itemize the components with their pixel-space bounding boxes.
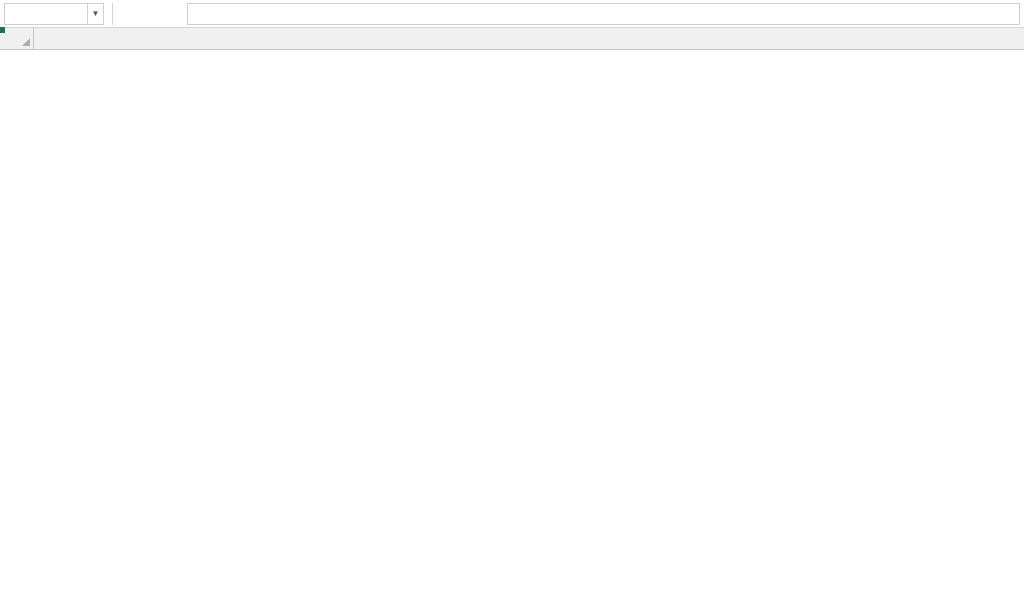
name-box[interactable] (4, 3, 88, 25)
confirm-icon[interactable] (139, 3, 163, 25)
column-headers (34, 28, 1024, 50)
name-box-dropdown[interactable]: ▼ (88, 3, 104, 25)
cancel-icon[interactable] (115, 3, 139, 25)
select-all-corner[interactable] (0, 28, 34, 50)
formula-bar: ▼ (0, 0, 1024, 28)
divider (112, 3, 113, 25)
fx-icon[interactable] (163, 3, 187, 25)
formula-input[interactable] (187, 3, 1020, 25)
